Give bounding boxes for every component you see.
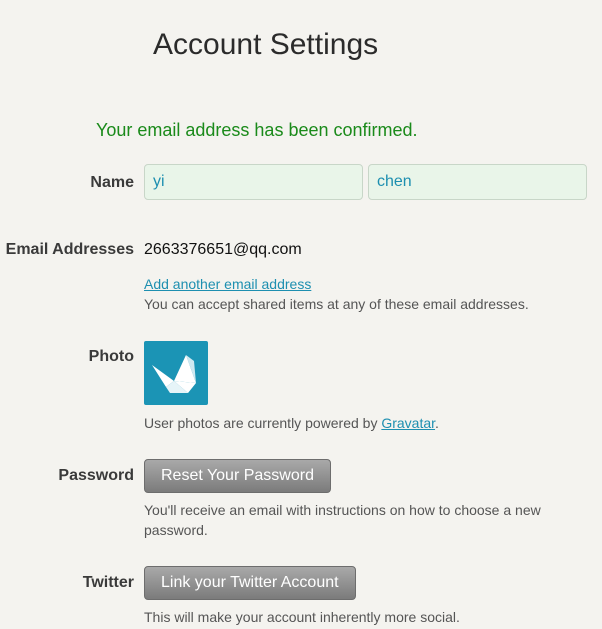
photo-help-text: User photos are currently powered by Gra… [144,413,439,433]
reset-password-button[interactable]: Reset Your Password [144,459,331,493]
password-help-line: You'll receive an email with instruction… [144,502,541,518]
gravatar-link[interactable]: Gravatar [381,415,435,431]
email-address: 2663376651@qq.com [144,241,302,258]
name-label: Name [90,174,134,191]
photo-label: Photo [88,348,134,365]
page-title: Account Settings [153,28,379,61]
password-label: Password [58,467,134,484]
email-help-text: You can accept shared items at any of th… [144,296,529,312]
twitter-label: Twitter [82,574,134,591]
twitter-help-text: This will make your account inherently m… [144,609,460,625]
last-name-input[interactable] [368,164,587,200]
add-email-link[interactable]: Add another email address [144,276,311,292]
photo-help-suffix: . [435,415,439,431]
password-help-line: password. [144,522,208,538]
link-twitter-button[interactable]: Link your Twitter Account [144,566,356,600]
crane-icon [152,355,196,393]
password-help-text: You'll receive an email with instruction… [144,500,541,540]
avatar [144,341,208,405]
email-label: Email Addresses [5,241,134,258]
photo-help-prefix: User photos are currently powered by [144,415,382,431]
confirmation-message: Your email address has been confirmed. [96,120,418,140]
first-name-input[interactable] [144,164,363,200]
